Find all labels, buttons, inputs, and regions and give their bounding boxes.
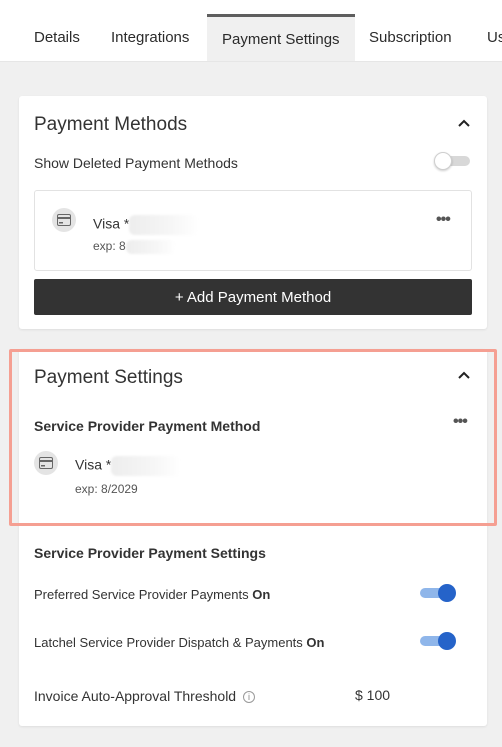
- payment-settings-title: Payment Settings: [34, 367, 183, 388]
- chevron-up-icon[interactable]: [455, 367, 473, 385]
- tab-payment-settings[interactable]: Payment Settings: [207, 14, 355, 61]
- tab-users[interactable]: Us: [487, 14, 502, 61]
- info-icon[interactable]: i: [242, 691, 255, 704]
- credit-card-icon: [52, 208, 76, 232]
- threshold-label: Invoice Auto-Approval Threshold: [34, 688, 237, 704]
- tab-integrations[interactable]: Integrations: [111, 14, 189, 61]
- sp-method-heading: Service Provider Payment Method: [34, 418, 261, 434]
- sp-card-expiry: exp: 8/2029: [75, 482, 138, 496]
- dispatch-toggle[interactable]: [418, 632, 456, 650]
- threshold-value[interactable]: $ 100: [355, 687, 390, 703]
- payment-methods-title: Payment Methods: [34, 114, 188, 135]
- tab-bar: Details Integrations Payment Settings Su…: [0, 0, 502, 62]
- payment-settings-card: Payment Settings Service Provider Paymen…: [19, 349, 487, 726]
- sp-settings-heading: Service Provider Payment Settings: [34, 545, 266, 561]
- tab-details[interactable]: Details: [34, 14, 80, 61]
- more-options-icon[interactable]: •••: [436, 212, 451, 228]
- preferred-state: On: [252, 587, 271, 602]
- more-options-icon[interactable]: •••: [453, 414, 468, 430]
- sp-card-brand: Visa *: [75, 456, 112, 473]
- payment-method-item: Visa * exp: 8 •••: [34, 190, 472, 271]
- redacted-number: [129, 215, 200, 235]
- add-payment-method-button[interactable]: + Add Payment Method: [34, 279, 472, 315]
- show-deleted-toggle[interactable]: [434, 152, 472, 170]
- dispatch-state: On: [306, 635, 325, 650]
- credit-card-icon: [34, 451, 58, 475]
- payment-methods-card: Payment Methods Show Deleted Payment Met…: [19, 96, 487, 329]
- dispatch-label: Latchel Service Provider Dispatch & Paym…: [34, 635, 303, 650]
- chevron-up-icon[interactable]: [455, 115, 473, 133]
- preferred-toggle[interactable]: [418, 584, 456, 602]
- card-brand: Visa *: [93, 215, 130, 232]
- preferred-label: Preferred Service Provider Payments: [34, 587, 249, 602]
- card-expiry: exp: 8: [93, 239, 126, 253]
- show-deleted-label: Show Deleted Payment Methods: [34, 155, 238, 171]
- tab-subscription[interactable]: Subscription: [369, 14, 452, 61]
- redacted-number: [111, 456, 182, 476]
